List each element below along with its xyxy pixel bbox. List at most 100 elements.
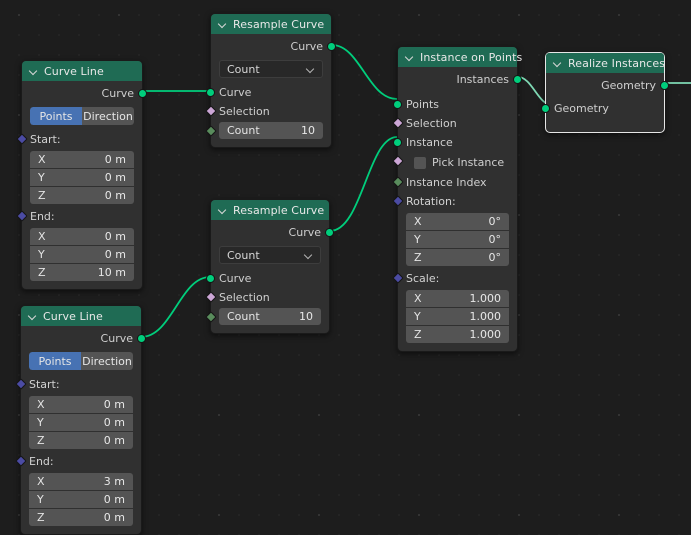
field-start-x[interactable]: X 0 m [29, 396, 133, 413]
chevron-down-icon[interactable] [404, 51, 416, 63]
mode-toggle-group[interactable]: Points Direction [30, 107, 134, 125]
field-value: 3 m [103, 475, 125, 488]
field-count[interactable]: Count 10 [219, 122, 323, 139]
node-title: Resample Curve [233, 17, 325, 31]
node-title: Curve Line [44, 64, 104, 78]
input-socket-pick-instance[interactable] [392, 155, 404, 167]
input-socket-selection[interactable] [205, 291, 217, 303]
field-value: 0 m [103, 398, 125, 411]
mode-dropdown[interactable]: Count [219, 246, 321, 264]
input-socket-count[interactable] [205, 125, 217, 137]
count-field-wrap: Count 10 [205, 122, 331, 139]
field-value: 1.000 [469, 292, 502, 305]
chevron-down-icon[interactable] [28, 65, 40, 77]
pick-instance-checkbox[interactable] [414, 156, 426, 169]
node-body: Curve Count Curve Selection Count 10 [205, 34, 336, 147]
chevron-down-icon[interactable] [217, 204, 229, 216]
input-socket-instance-index[interactable] [392, 176, 404, 188]
field-rotation-z[interactable]: Z 0° [406, 249, 509, 266]
node-title: Instance on Points [420, 50, 523, 64]
output-row-curve: Curve [22, 84, 147, 103]
output-socket-instances[interactable] [513, 75, 522, 84]
field-start-y[interactable]: Y 0 m [30, 169, 134, 186]
field-label: Z [414, 251, 422, 264]
field-scale-y[interactable]: Y 1.000 [406, 308, 509, 325]
input-socket-geometry[interactable] [541, 104, 550, 113]
field-value: 0 m [104, 153, 126, 166]
section-label-text: Start: [30, 133, 61, 146]
output-socket-curve[interactable] [325, 228, 334, 237]
node-header[interactable]: Instance on Points [398, 47, 522, 67]
input-socket-curve[interactable] [206, 88, 215, 97]
node-title: Curve Line [43, 309, 103, 323]
field-label: Z [414, 328, 422, 341]
field-start-z[interactable]: Z 0 m [29, 432, 133, 449]
field-start-z[interactable]: Z 0 m [30, 187, 134, 204]
output-socket-curve[interactable] [137, 334, 146, 343]
node-resample-curve-2[interactable]: Resample Curve Curve Count Curve Selecti… [205, 199, 334, 334]
field-count[interactable]: Count 10 [219, 308, 321, 325]
field-rotation-x[interactable]: X 0° [406, 213, 509, 230]
field-label: Z [37, 434, 45, 447]
field-scale-x[interactable]: X 1.000 [406, 290, 509, 307]
field-end-x[interactable]: X 3 m [29, 473, 133, 490]
node-editor-canvas[interactable]: Curve Line Curve Points Direction Start:… [0, 0, 691, 535]
node-header[interactable]: Resample Curve [211, 14, 331, 34]
input-socket-rotation[interactable] [392, 195, 404, 207]
output-socket-curve[interactable] [327, 42, 336, 51]
chevron-down-icon[interactable] [217, 18, 229, 30]
field-label: X [38, 153, 46, 166]
chevron-down-icon[interactable] [27, 310, 39, 322]
field-value: 0° [488, 215, 502, 228]
input-socket-start[interactable] [16, 133, 28, 145]
node-title: Realize Instances [568, 56, 666, 70]
output-label: Curve [100, 332, 133, 345]
field-end-z[interactable]: Z 10 m [30, 264, 134, 281]
node-curve-line-2[interactable]: Curve Line Curve Points Direction Start:… [15, 305, 146, 535]
field-start-x[interactable]: X 0 m [30, 151, 134, 168]
input-socket-end[interactable] [16, 210, 28, 222]
input-socket-start[interactable] [15, 378, 27, 390]
input-socket-selection[interactable] [205, 105, 217, 117]
input-socket-curve[interactable] [206, 274, 215, 283]
input-socket-selection[interactable] [392, 117, 404, 129]
node-header[interactable]: Curve Line [21, 306, 141, 326]
mode-dropdown[interactable]: Count [219, 60, 323, 78]
output-socket-geometry[interactable] [660, 81, 669, 90]
node-instance-on-points[interactable]: Instance on Points Instances Points Sele… [392, 46, 522, 352]
output-label: Curve [101, 87, 134, 100]
node-header[interactable]: Resample Curve [211, 200, 329, 220]
chevron-down-icon[interactable] [552, 57, 564, 69]
input-socket-count[interactable] [205, 311, 217, 323]
input-socket-scale[interactable] [392, 272, 404, 284]
field-label: Y [38, 171, 45, 184]
input-row-instance: Instance [393, 133, 517, 152]
input-label: Points [406, 98, 440, 111]
mode-toggle-group[interactable]: Points Direction [29, 352, 133, 370]
toggle-points[interactable]: Points [29, 352, 81, 370]
field-scale-z[interactable]: Z 1.000 [406, 326, 509, 343]
toggle-points[interactable]: Points [30, 107, 82, 125]
input-socket-points[interactable] [393, 100, 402, 109]
input-socket-instance[interactable] [393, 138, 402, 147]
field-end-x[interactable]: X 0 m [30, 228, 134, 245]
node-header[interactable]: Curve Line [22, 61, 142, 81]
node-header[interactable]: Realize Instances [546, 53, 666, 73]
field-end-y[interactable]: Y 0 m [30, 246, 134, 263]
input-socket-end[interactable] [15, 455, 27, 467]
field-start-y[interactable]: Y 0 m [29, 414, 133, 431]
toggle-direction[interactable]: Direction [81, 352, 133, 370]
field-rotation-y[interactable]: Y 0° [406, 231, 509, 248]
field-value: 10 [299, 310, 313, 323]
field-value: 0 m [104, 171, 126, 184]
toggle-direction[interactable]: Direction [82, 107, 134, 125]
output-socket-curve[interactable] [138, 89, 147, 98]
node-body: Curve Points Direction Start: X 0 m Y 0 … [15, 326, 146, 534]
node-curve-line-1[interactable]: Curve Line Curve Points Direction Start:… [16, 60, 147, 290]
field-end-y[interactable]: Y 0 m [29, 491, 133, 508]
field-end-z[interactable]: Z 0 m [29, 509, 133, 526]
dropdown-value: Count [227, 62, 260, 76]
node-realize-instances[interactable]: Realize Instances Geometry Geometry [541, 52, 669, 133]
input-row-points: Points [393, 95, 517, 114]
node-resample-curve-1[interactable]: Resample Curve Curve Count Curve Selecti… [205, 13, 336, 148]
